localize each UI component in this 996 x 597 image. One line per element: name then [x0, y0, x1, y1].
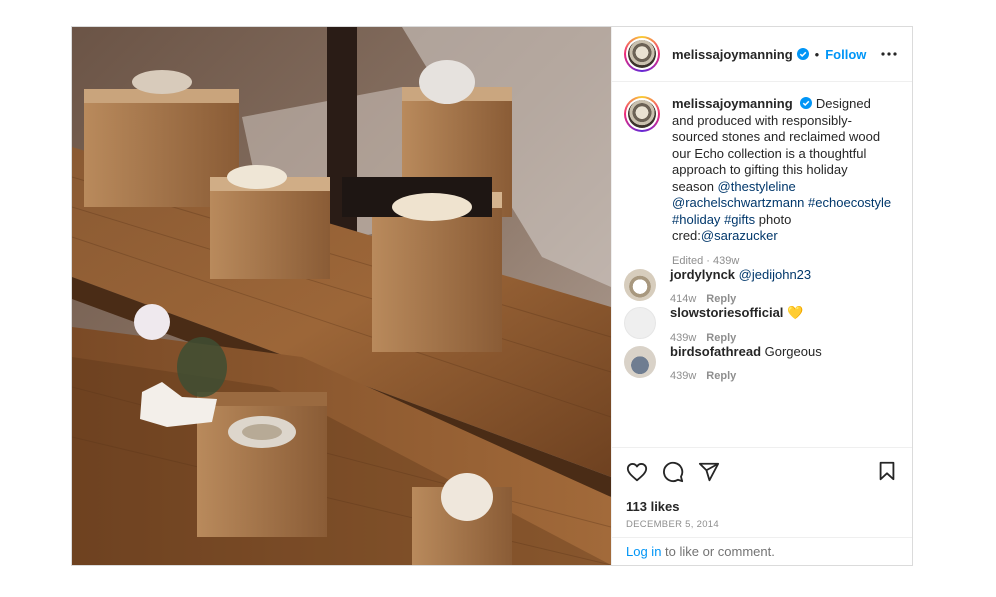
- action-icons: [626, 460, 898, 484]
- comment: birdsofathread Gorgeous 439w Reply: [624, 344, 900, 383]
- login-prompt: Log in to like or comment.: [612, 537, 912, 565]
- comment-text: birdsofathread Gorgeous: [670, 344, 822, 361]
- timestamp: 439w: [670, 331, 697, 344]
- comment: jordylynck @jedijohn23 414w Reply: [624, 267, 900, 306]
- post-sidebar: melissajoymanning • Follow melissajoyman…: [611, 27, 912, 565]
- post-actions: 113 likes DECEMBER 5, 2014: [612, 447, 912, 537]
- comment-meta: 439w Reply: [670, 332, 803, 344]
- verified-badge-icon: [796, 48, 809, 60]
- instagram-post: melissajoymanning • Follow melissajoyman…: [71, 26, 913, 566]
- timestamp: 439w: [670, 370, 697, 382]
- separator-dot: •: [814, 46, 820, 62]
- follow-button[interactable]: Follow: [825, 47, 866, 62]
- mention-link[interactable]: @jedijohn23: [739, 267, 811, 282]
- mention-link[interactable]: @sarazucker: [701, 228, 778, 243]
- reply-button[interactable]: Reply: [706, 332, 736, 344]
- post-date: DECEMBER 5, 2014: [626, 519, 719, 530]
- reply-button[interactable]: Reply: [706, 293, 736, 305]
- edited-label: Edited: [672, 254, 704, 267]
- caption-body: melissajoymanning Designed and produced …: [672, 96, 892, 267]
- more-icon[interactable]: [880, 45, 898, 63]
- hashtag-link[interactable]: #echoecostyle: [808, 195, 891, 210]
- login-prompt-text: to like or comment.: [661, 544, 775, 559]
- comment-avatar[interactable]: [624, 345, 656, 378]
- comment-meta: 414w Reply: [670, 293, 811, 305]
- caption-avatar[interactable]: [624, 96, 660, 132]
- comment-body: jordylynck @jedijohn23 414w Reply: [670, 267, 811, 306]
- meta-dot: ·: [706, 254, 710, 267]
- avatar-inner: [626, 98, 658, 130]
- caption-username[interactable]: melissajoymanning: [672, 96, 793, 111]
- author-username[interactable]: melissajoymanning: [672, 47, 793, 62]
- comment-meta: 439w Reply: [670, 370, 822, 382]
- comment-text: slowstoriesofficial 💛: [670, 305, 803, 322]
- comment-icon[interactable]: [662, 461, 684, 483]
- post-header: melissajoymanning • Follow: [612, 27, 912, 82]
- comment-content: Gorgeous: [764, 343, 822, 359]
- avatar-inner: [626, 38, 658, 70]
- comment-username[interactable]: jordylynck: [670, 267, 735, 282]
- hashtag-link[interactable]: #holiday: [672, 212, 720, 227]
- caption-meta: Edited · 439w: [672, 255, 892, 267]
- post-photo[interactable]: [72, 27, 611, 565]
- bookmark-icon[interactable]: [876, 460, 898, 482]
- caption: melissajoymanning Designed and produced …: [624, 96, 900, 267]
- comment-text: jordylynck @jedijohn23: [670, 267, 811, 284]
- caption-text: melissajoymanning Designed and produced …: [672, 96, 892, 245]
- share-icon[interactable]: [698, 461, 720, 483]
- timestamp: 439w: [713, 254, 740, 267]
- comments-list[interactable]: melissajoymanning Designed and produced …: [612, 82, 912, 447]
- comment-avatar[interactable]: [624, 307, 656, 339]
- comment-body: slowstoriesofficial 💛 439w Reply: [670, 305, 803, 344]
- avatar-image: [628, 40, 656, 68]
- like-heart-icon[interactable]: [626, 461, 648, 483]
- reply-button[interactable]: Reply: [706, 370, 736, 382]
- hashtag-link[interactable]: #gifts: [724, 212, 755, 227]
- comment-avatar[interactable]: [624, 268, 656, 301]
- avatar-image: [628, 100, 656, 128]
- comment-emoji: 💛: [787, 305, 804, 320]
- mention-link[interactable]: @thestyleline: [718, 179, 796, 194]
- mention-link[interactable]: @rachelschwartzmann: [672, 195, 804, 210]
- login-link[interactable]: Log in: [626, 544, 661, 559]
- comment-username[interactable]: slowstoriesofficial: [670, 305, 783, 320]
- caption-meta-line: Edited · 439w: [672, 255, 739, 267]
- timestamp: 414w: [670, 293, 697, 305]
- wooden-shelf-photo: [72, 27, 611, 565]
- likes-count[interactable]: 113 likes: [626, 499, 898, 514]
- verified-badge-icon: [800, 97, 813, 109]
- comment: slowstoriesofficial 💛 439w Reply: [624, 305, 900, 344]
- comment-username[interactable]: birdsofathread: [670, 344, 761, 359]
- comment-body: birdsofathread Gorgeous 439w Reply: [670, 344, 822, 383]
- author-avatar[interactable]: [624, 36, 660, 72]
